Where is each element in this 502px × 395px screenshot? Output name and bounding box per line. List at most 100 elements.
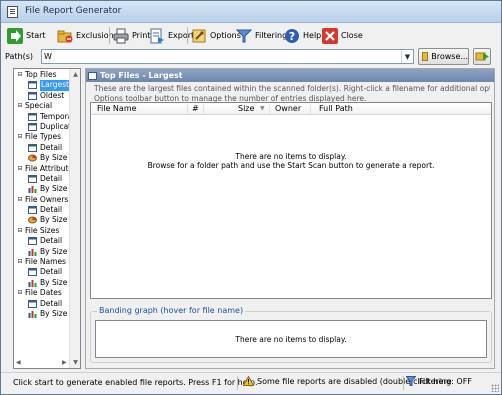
- panel-header: Top Files - Largest: [86, 69, 494, 82]
- scroll-right-icon[interactable]: ▶: [62, 359, 67, 366]
- column-separator: [203, 104, 204, 114]
- tree-item[interactable]: Detail: [14, 205, 70, 215]
- browse-button[interactable]: Browse...: [418, 48, 469, 65]
- go-arrow-icon: [475, 52, 489, 61]
- path-row: Path(s) ▼ Browse...: [3, 48, 499, 66]
- tree-item-label: Detail: [40, 205, 63, 215]
- tree-item-label: By Size: [40, 277, 68, 287]
- tree-item[interactable]: By Size: [14, 278, 70, 288]
- filtering-status-text: Filtering: OFF: [419, 376, 472, 386]
- tree-group[interactable]: ⊟ File Types: [14, 132, 70, 142]
- graph-empty-message: There are no items to display.: [235, 335, 347, 344]
- tree-item-label: Largest: [40, 80, 70, 91]
- tree-item-label: Top Files: [25, 70, 57, 79]
- collapse-icon[interactable]: ⊟: [17, 259, 23, 265]
- tree-item[interactable]: By Size: [14, 153, 70, 163]
- tree-group[interactable]: ⊟ File Attributes: [14, 164, 76, 174]
- calendar-icon: [28, 299, 37, 308]
- column-full-path[interactable]: Full Path: [319, 104, 353, 114]
- tree-item-label: Detail: [40, 236, 63, 246]
- help-button[interactable]: ? Help: [282, 25, 323, 46]
- scroll-down-icon[interactable]: ▼: [70, 357, 80, 368]
- panel-description: These are the largest files contained wi…: [94, 84, 490, 103]
- export-document-icon: [149, 28, 165, 44]
- tree-item-label: Detail: [40, 298, 63, 308]
- panel-title: Top Files - Largest: [100, 71, 183, 80]
- column-size[interactable]: Size: [238, 104, 254, 114]
- tree-item[interactable]: Detail: [14, 236, 70, 246]
- filtering-status[interactable]: Filtering: OFF: [406, 376, 472, 386]
- tree-item[interactable]: Oldest: [14, 91, 70, 101]
- tree-item-label: File Names: [25, 257, 66, 267]
- tree-item[interactable]: By Size: [14, 184, 70, 194]
- bar-chart-icon: [28, 310, 37, 318]
- start-arrow-icon: [7, 27, 23, 44]
- tree-group[interactable]: ⊟ File Names: [14, 257, 70, 267]
- tree-item-label: By Size: [40, 184, 68, 194]
- column-number[interactable]: #: [192, 104, 199, 114]
- tree-group[interactable]: ⊟ Top Files: [14, 70, 70, 80]
- scroll-up-icon[interactable]: ▲: [70, 69, 80, 80]
- column-separator: [187, 104, 188, 114]
- column-file-name[interactable]: File Name: [97, 104, 137, 114]
- chevron-down-icon[interactable]: ▼: [401, 50, 413, 63]
- tree-item[interactable]: By Size: [14, 247, 70, 257]
- go-button[interactable]: [473, 48, 491, 65]
- calendar-icon: [28, 206, 37, 215]
- collapse-icon[interactable]: ⊟: [17, 165, 23, 172]
- tree-item-label: File Owners: [25, 194, 69, 204]
- collapse-icon[interactable]: ⊟: [17, 227, 23, 234]
- filter-icon: [406, 376, 416, 386]
- help-label: Help: [303, 31, 322, 40]
- tree-item[interactable]: By Size: [14, 309, 70, 319]
- tree-items: ⊟ Top Files Largest Oldest ⊟ Special Temporary…: [14, 70, 80, 319]
- tree-group[interactable]: ⊟ File Sizes: [14, 226, 70, 236]
- tree-item[interactable]: Detail: [14, 143, 70, 153]
- scroll-left-icon[interactable]: ◀: [16, 359, 21, 366]
- sort-down-icon: ▼: [260, 105, 265, 112]
- calendar-icon: [28, 91, 37, 100]
- tree-group[interactable]: ⊟ File Dates: [14, 288, 70, 298]
- help-icon: ?: [284, 28, 300, 44]
- tree-item[interactable]: Largest: [14, 80, 70, 91]
- calendar-icon: [88, 71, 97, 80]
- start-label: Start: [26, 31, 46, 40]
- collapse-icon[interactable]: ⊟: [17, 134, 23, 140]
- tree-item-label: Oldest: [40, 90, 65, 100]
- tree-item[interactable]: Detail: [14, 299, 70, 309]
- tree-group[interactable]: ⊟ File Owners: [14, 195, 70, 205]
- column-separator: [269, 104, 270, 114]
- filtering-button[interactable]: Filtering: [234, 25, 289, 46]
- collapse-icon[interactable]: ⊟: [17, 290, 23, 296]
- tree-item[interactable]: Duplicates: [14, 122, 80, 132]
- start-button[interactable]: Start: [5, 25, 48, 46]
- tree-item-label: Detail: [40, 267, 63, 277]
- collapse-icon[interactable]: ⊟: [17, 72, 23, 78]
- tree-item[interactable]: Temporary: [14, 112, 80, 122]
- path-label: Path(s): [5, 52, 33, 61]
- tree-item-label: Detail: [40, 173, 63, 183]
- bar-chart-icon: [28, 279, 37, 287]
- banding-graph[interactable]: There are no items to display.: [95, 320, 487, 358]
- tree-group[interactable]: ⊟ Special: [14, 101, 70, 111]
- path-input[interactable]: [41, 49, 414, 64]
- file-list[interactable]: File Name # Size ▼ Owner Full Path There…: [90, 102, 492, 299]
- close-button[interactable]: Close: [320, 25, 365, 46]
- calendar-icon: [28, 81, 37, 90]
- tree-item[interactable]: Detail: [14, 267, 70, 277]
- tree-item[interactable]: Detail: [14, 174, 70, 184]
- tree-item-label: File Sizes: [25, 225, 60, 235]
- collapse-icon[interactable]: ⊟: [17, 196, 23, 203]
- status-separator: [403, 376, 404, 390]
- collapse-icon[interactable]: ⊟: [17, 103, 23, 109]
- tree-item-label: By Size: [40, 153, 68, 163]
- empty-line-2: Browse for a folder path and use the Sta…: [147, 161, 435, 170]
- vertical-scrollbar[interactable]: ▲ ▼: [69, 69, 80, 368]
- calendar-icon: [28, 112, 37, 121]
- warning-icon: [243, 376, 254, 386]
- tree-item[interactable]: By Size: [14, 215, 70, 225]
- report-tree[interactable]: ⊟ Top Files Largest Oldest ⊟ Special Temporary…: [13, 68, 81, 369]
- column-owner[interactable]: Owner: [275, 104, 301, 114]
- resize-grip[interactable]: [491, 384, 499, 392]
- empty-list-message: There are no items to display. Browse fo…: [91, 152, 491, 170]
